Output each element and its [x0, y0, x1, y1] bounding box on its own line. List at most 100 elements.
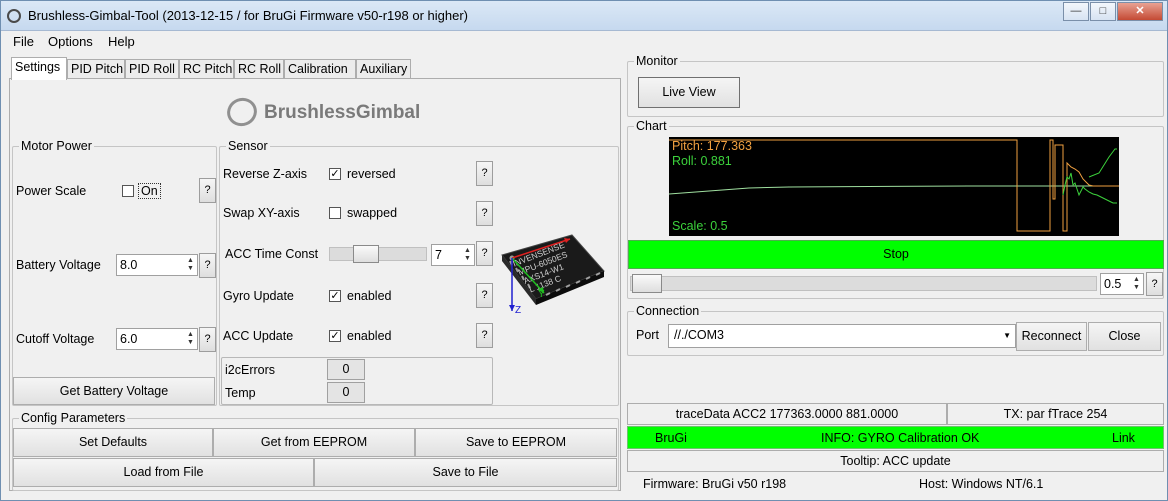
reverse-z-checkbox[interactable]: ✓ [329, 168, 341, 180]
port-label: Port [636, 328, 659, 342]
tooltip-status: Tooltip: ACC update [627, 450, 1164, 472]
acc-time-label: ACC Time Const [225, 247, 319, 261]
swap-xy-checkbox[interactable] [329, 207, 341, 219]
power-scale-checkbox-label[interactable]: On [138, 183, 161, 199]
scale-slider[interactable] [630, 276, 1097, 291]
battery-voltage-help-button[interactable]: ? [199, 253, 216, 278]
reverse-z-label: Reverse Z-axis [223, 167, 308, 181]
window-title: Brushless-Gimbal-Tool (2013-12-15 / for … [28, 8, 468, 23]
swap-xy-label: Swap XY-axis [223, 206, 300, 220]
set-defaults-button[interactable]: Set Defaults [13, 428, 213, 457]
tab-pid-roll[interactable]: PID Roll [125, 59, 179, 79]
get-from-eeprom-button[interactable]: Get from EEPROM [213, 428, 415, 457]
gyro-update-checkbox[interactable]: ✓ [329, 290, 341, 302]
live-view-button[interactable]: Live View [638, 77, 740, 108]
menu-file[interactable]: File [13, 34, 34, 49]
spin-arrows-icon[interactable]: ▲ ▼ [186, 331, 195, 347]
spin-arrows-icon[interactable]: ▲ ▼ [1132, 276, 1141, 292]
reverse-z-help-button[interactable]: ? [476, 161, 493, 186]
info-status-right: Link [1112, 431, 1135, 445]
power-scale-label: Power Scale [16, 184, 87, 198]
power-scale-help-button[interactable]: ? [199, 178, 216, 203]
cutoff-voltage-value: 6.0 [120, 332, 138, 346]
acc-update-label: ACC Update [223, 329, 294, 343]
chevron-down-icon[interactable]: ▼ [1003, 331, 1011, 340]
port-combobox[interactable]: //./COM3 ▼ [668, 324, 1016, 348]
temp-label: Temp [225, 386, 256, 400]
minimize-button[interactable]: — [1063, 2, 1089, 21]
host-status: Host: Windows NT/6.1 [919, 477, 1044, 491]
scale-value: 0.5 [1104, 277, 1122, 291]
tab-rc-roll[interactable]: RC Roll [234, 59, 284, 79]
acc-update-checkbox[interactable]: ✓ [329, 330, 341, 342]
load-from-file-button[interactable]: Load from File [13, 458, 314, 487]
sensor-title: Sensor [226, 139, 270, 153]
reverse-z-checkbox-label[interactable]: reversed [347, 167, 396, 181]
i2c-errors-value: 0 [327, 359, 365, 380]
battery-voltage-value: 8.0 [120, 258, 138, 272]
stop-button[interactable]: Stop [628, 240, 1164, 269]
chart-roll-label: Roll: 0.881 [672, 154, 732, 168]
close-window-button[interactable]: ✕ [1117, 2, 1163, 21]
acc-update-checkbox-label[interactable]: enabled [347, 329, 392, 343]
swap-xy-help-button[interactable]: ? [476, 201, 493, 226]
info-status-message: INFO: GYRO Calibration OK [821, 431, 980, 445]
tab-calibration[interactable]: Calibration [284, 59, 356, 79]
temp-value: 0 [327, 382, 365, 403]
acc-update-help-button[interactable]: ? [476, 323, 493, 348]
cutoff-voltage-label: Cutoff Voltage [16, 332, 95, 346]
chart-baseline [669, 185, 1119, 195]
app-icon [7, 9, 21, 23]
tab-pid-pitch[interactable]: PID Pitch [67, 59, 125, 79]
connection-title: Connection [634, 304, 702, 318]
chart-pitch-label: Pitch: 177.363 [672, 139, 752, 153]
maximize-button[interactable]: □ [1090, 2, 1116, 21]
chart-scale-label: Scale: 0.5 [672, 219, 728, 233]
i2c-errors-label: i2cErrors [225, 363, 276, 377]
app-window: Brushless-Gimbal-Tool (2013-12-15 / for … [0, 0, 1168, 501]
trace-data-status: traceData ACC2 177363.0000 881.0000 [627, 403, 947, 425]
info-status-left: BruGi [655, 431, 687, 445]
tx-status: TX: par fTrace 254 [947, 403, 1164, 425]
menu-bar: File Options Help [1, 31, 1167, 51]
scale-slider-handle[interactable] [632, 274, 662, 293]
firmware-status: Firmware: BruGi v50 r198 [643, 477, 787, 491]
motor-power-title: Motor Power [19, 139, 94, 153]
gyro-update-checkbox-label[interactable]: enabled [347, 289, 392, 303]
chart-title: Chart [634, 119, 669, 133]
tab-settings[interactable]: Settings [11, 57, 67, 80]
logo-text: BrushlessGimbal [264, 102, 421, 123]
menu-options[interactable]: Options [48, 34, 93, 49]
menu-help[interactable]: Help [108, 34, 135, 49]
gyro-update-label: Gyro Update [223, 289, 294, 303]
config-parameters-title: Config Parameters [19, 411, 128, 425]
acc-time-help-button[interactable]: ? [476, 241, 493, 266]
tab-rc-pitch[interactable]: RC Pitch [179, 59, 234, 79]
port-value: //./COM3 [674, 328, 725, 342]
cutoff-voltage-help-button[interactable]: ? [199, 327, 216, 352]
spin-arrows-icon[interactable]: ▲ ▼ [463, 247, 472, 263]
save-to-eeprom-button[interactable]: Save to EEPROM [415, 428, 617, 457]
scale-spinbox[interactable]: 0.5 ▲ ▼ [1100, 273, 1144, 295]
monitor-title: Monitor [634, 54, 680, 68]
close-connection-button[interactable]: Close [1088, 322, 1161, 351]
mpu-chip-image: INVENSENSE MPU-6050ES AXS14-W1 L 1138 C … [498, 233, 606, 316]
cutoff-voltage-spinbox[interactable]: 6.0 ▲ ▼ [116, 328, 198, 350]
tab-auxiliary[interactable]: Auxiliary [356, 59, 411, 79]
chart-roll-series-tail [1088, 148, 1117, 178]
title-bar[interactable]: Brushless-Gimbal-Tool (2013-12-15 / for … [1, 1, 1167, 31]
battery-voltage-spinbox[interactable]: 8.0 ▲ ▼ [116, 254, 198, 276]
info-status-bar: BruGi INFO: GYRO Calibration OK Link [627, 426, 1164, 449]
save-to-file-button[interactable]: Save to File [314, 458, 617, 487]
spin-arrows-icon[interactable]: ▲ ▼ [186, 257, 195, 273]
swap-xy-checkbox-label[interactable]: swapped [347, 206, 397, 220]
get-battery-voltage-button[interactable]: Get Battery Voltage [13, 377, 215, 405]
scale-help-button[interactable]: ? [1146, 272, 1163, 296]
acc-time-slider-handle[interactable] [353, 245, 379, 263]
battery-voltage-label: Battery Voltage [16, 258, 101, 272]
chart-pitch-series [669, 139, 1119, 232]
reconnect-button[interactable]: Reconnect [1016, 322, 1087, 351]
gyro-update-help-button[interactable]: ? [476, 283, 493, 308]
power-scale-checkbox[interactable] [122, 185, 134, 197]
acc-time-spinbox[interactable]: 7 ▲ ▼ [431, 244, 475, 266]
